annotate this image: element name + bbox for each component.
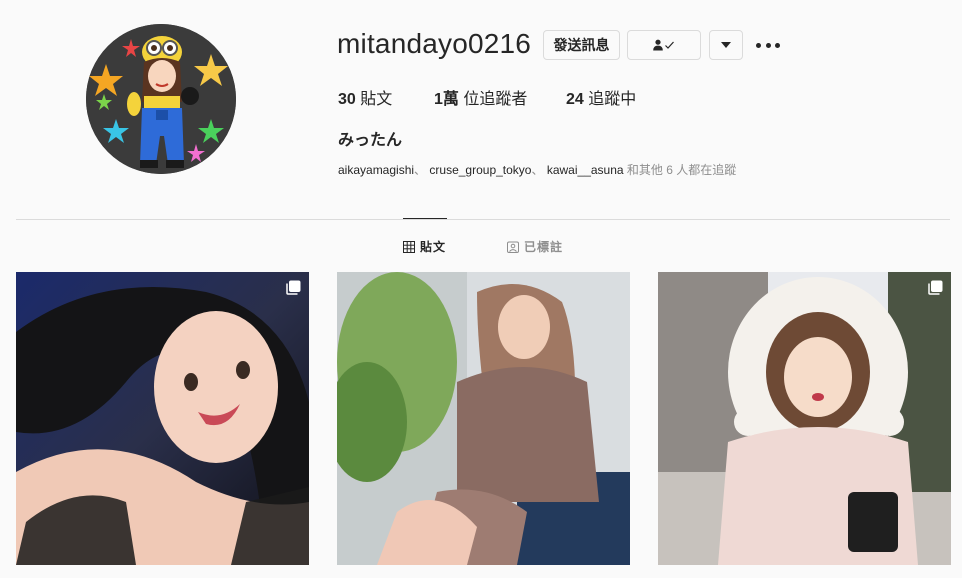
following-button[interactable]: [627, 30, 701, 60]
followed-by-separator: 、: [531, 163, 544, 177]
following-check-icon: [653, 39, 674, 51]
following-count-stat[interactable]: 24 追蹤中: [566, 85, 636, 109]
posts-count: 30: [338, 91, 356, 108]
posts-count-stat: 30 貼文: [338, 85, 392, 109]
followers-label: 位追蹤者: [458, 91, 528, 108]
triangle-down-icon: [721, 42, 731, 48]
followed-by-separator: 、: [414, 163, 427, 177]
followed-by-account[interactable]: cruse_group_tokyo: [429, 163, 531, 177]
tab-tagged-label: 已標註: [524, 240, 564, 254]
followed-by-account[interactable]: kawai__asuna: [547, 163, 624, 177]
followers-count-stat[interactable]: 1萬 位追蹤者: [434, 85, 527, 109]
followed-by-suffix: 和其他 6 人都在追蹤: [623, 163, 737, 177]
post-thumbnail[interactable]: [337, 272, 630, 565]
grid-icon: [403, 240, 415, 253]
post-thumbnail[interactable]: [16, 272, 309, 565]
following-count: 24: [566, 91, 584, 108]
multiple-photos-icon: [928, 280, 943, 295]
followed-by-text[interactable]: aikayamagishi、 cruse_group_tokyo、 kawai_…: [338, 161, 736, 178]
followed-by-account[interactable]: aikayamagishi: [338, 163, 414, 177]
post-thumbnail[interactable]: [658, 272, 951, 565]
followers-count: 1萬: [434, 91, 459, 108]
tab-posts[interactable]: 貼文: [403, 238, 446, 255]
active-tab-indicator: [403, 218, 447, 219]
tab-tagged[interactable]: 已標註: [507, 238, 563, 255]
multiple-photos-icon: [286, 280, 301, 295]
tab-posts-label: 貼文: [420, 240, 447, 254]
tabs-divider: [16, 219, 950, 220]
more-options-icon[interactable]: [756, 36, 780, 54]
suggested-accounts-dropdown[interactable]: [709, 30, 743, 60]
message-button[interactable]: 發送訊息: [543, 30, 620, 60]
profile-full-name: みったん: [338, 132, 403, 149]
profile-username: mitandayo0216: [337, 28, 532, 59]
profile-avatar[interactable]: [86, 24, 236, 174]
following-label: 追蹤中: [583, 91, 637, 108]
tagged-icon: [507, 241, 519, 253]
posts-label: 貼文: [355, 91, 393, 108]
